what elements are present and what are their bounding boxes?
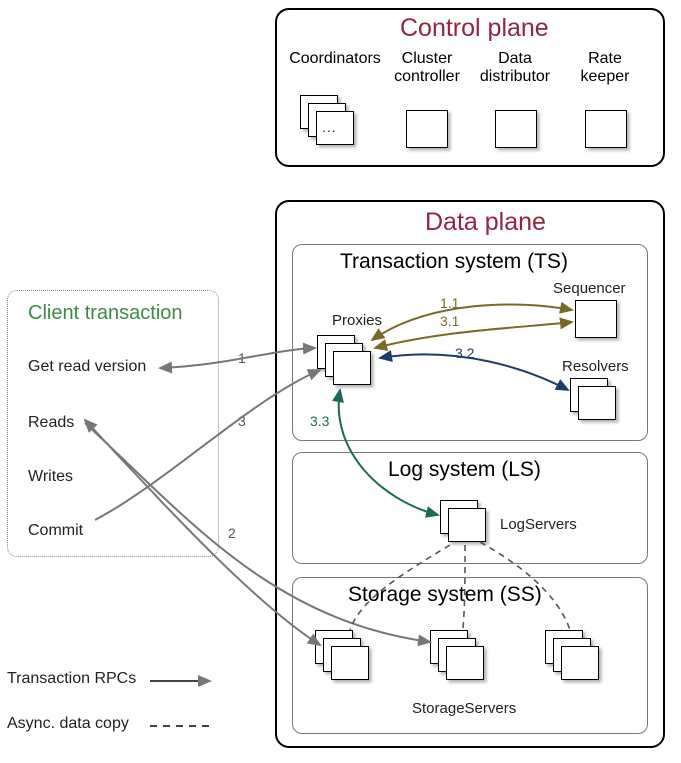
legend-rpc-label: Transaction RPCs	[7, 670, 136, 688]
data-plane-title: Data plane	[425, 208, 546, 237]
client-transaction-title: Client transaction	[28, 302, 183, 325]
edge-label-1: 1	[238, 350, 246, 366]
rate-keeper-label: Rate keeper	[575, 50, 635, 87]
edge-label-3: 3	[238, 413, 246, 429]
legend-async-label: Async. data copy	[7, 715, 129, 733]
coordinators-label: Coordinators	[289, 50, 381, 68]
ts-title: Transaction system (TS)	[340, 250, 568, 274]
ls-title: Log system (LS)	[388, 458, 541, 482]
data-distributor-box	[495, 110, 537, 148]
logservers-label: LogServers	[500, 516, 577, 533]
sequencer-label: Sequencer	[553, 280, 626, 297]
cluster-controller-label: Cluster controller	[387, 50, 467, 87]
ss-title: Storage system (SS)	[348, 583, 542, 607]
edge-label-3-1: 3.1	[440, 313, 459, 329]
resolvers-label: Resolvers	[562, 358, 629, 375]
storageservers-label: StorageServers	[412, 700, 516, 717]
edge-label-3-3: 3.3	[310, 413, 329, 429]
client-item-reads: Reads	[28, 414, 74, 432]
client-item-get-read-version: Get read version	[28, 358, 146, 376]
proxies-label: Proxies	[332, 312, 382, 329]
control-plane-title: Control plane	[400, 14, 549, 43]
edge-label-2: 2	[228, 525, 236, 541]
data-distributor-label: Data distributor	[475, 50, 555, 87]
edge-label-3-2: 3.2	[455, 345, 474, 361]
edge-label-1-1: 1.1	[440, 295, 459, 311]
sequencer-box	[575, 300, 617, 338]
rate-keeper-box	[585, 110, 627, 148]
cluster-controller-box	[406, 110, 448, 148]
client-item-writes: Writes	[28, 468, 73, 486]
client-item-commit: Commit	[28, 522, 83, 540]
